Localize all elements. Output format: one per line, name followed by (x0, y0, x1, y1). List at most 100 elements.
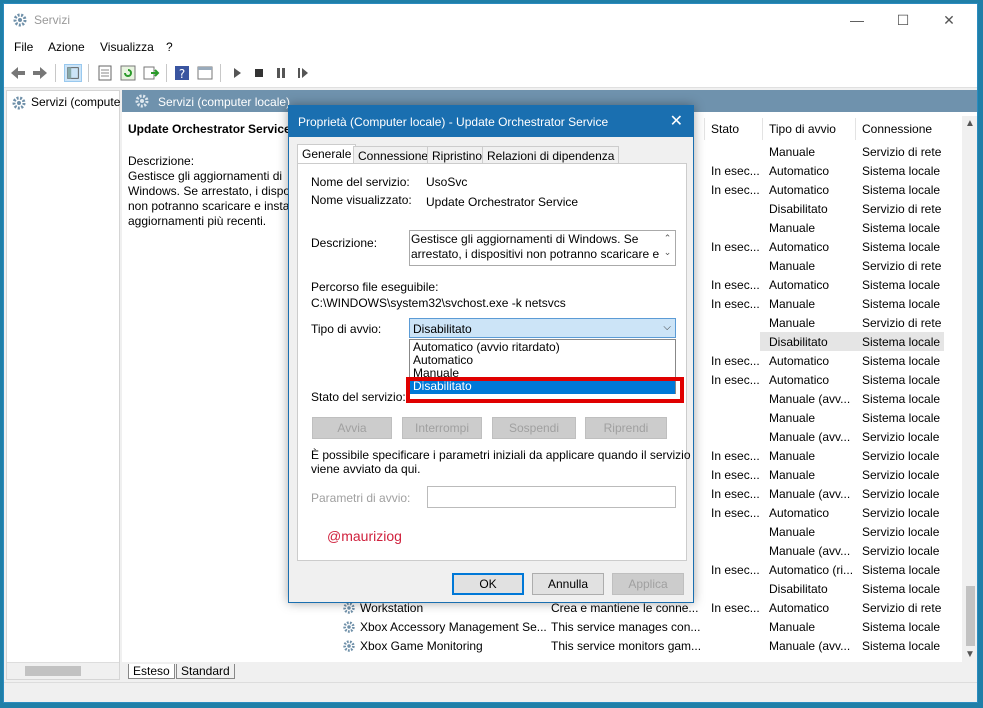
pane-header-label: Servizi (computer locale) (158, 95, 291, 109)
scroll-down-icon[interactable]: ▼ (965, 649, 975, 660)
view-tabs: Esteso Standard (122, 662, 977, 680)
logon-cell: Sistema locale (862, 164, 941, 178)
service-name-cell: Workstation (360, 601, 424, 615)
scroll-up-icon[interactable]: ▲ (965, 118, 975, 129)
tab-ripristino[interactable]: Ripristino (427, 146, 488, 164)
startup-type-cell: Manuale (avv... (769, 392, 851, 406)
minimize-button[interactable]: — (834, 4, 880, 36)
menu-bar: File Azione Visualizza ? (4, 36, 977, 58)
help-icon[interactable]: ? (173, 64, 191, 82)
menu-visualizza[interactable]: Visualizza (100, 40, 154, 54)
description-text: Gestisce gli aggiornamenti di Windows. S… (411, 232, 660, 264)
startup-type-select[interactable]: Disabilitato ⌵ (409, 318, 676, 338)
logon-cell: Sistema locale (862, 373, 941, 387)
tree-item-services[interactable]: Servizi (compute (11, 95, 120, 114)
column-header-tipo-avvio[interactable]: Tipo di avvio (769, 122, 836, 136)
apply-button[interactable]: Applica (612, 573, 684, 595)
logon-cell: Servizio locale (862, 506, 940, 520)
menu-file[interactable]: File (14, 40, 33, 54)
console-tree: Servizi (compute (6, 90, 120, 680)
view-icon[interactable] (196, 64, 214, 82)
scrollbar-thumb[interactable] (25, 666, 81, 676)
stop-button[interactable]: Interrompi (402, 417, 482, 439)
highlight-box (406, 377, 684, 403)
startup-type-cell: Manuale (avv... (769, 544, 851, 558)
properties-dialog: Proprietà (Computer locale) - Update Orc… (288, 105, 694, 603)
pause-button[interactable]: Sospendi (492, 417, 576, 439)
service-status-cell: In esec... (711, 164, 760, 178)
description-scrollbar[interactable]: ⌃ ⌄ (660, 231, 675, 265)
startup-type-cell: Disabilitato (769, 335, 828, 349)
logon-cell: Sistema locale (862, 582, 941, 596)
logon-cell: Servizio di rete (862, 259, 942, 273)
service-name-label: Nome del servizio: (311, 175, 410, 189)
maximize-button[interactable]: ☐ (880, 4, 926, 36)
tree-horizontal-scrollbar[interactable] (7, 662, 119, 679)
back-arrow-icon[interactable] (9, 64, 27, 82)
service-name-value: UsoSvc (426, 175, 468, 189)
stop-icon[interactable] (250, 64, 268, 82)
start-button[interactable]: Avvia (312, 417, 392, 439)
refresh-icon[interactable] (119, 64, 137, 82)
description-textbox[interactable]: Gestisce gli aggiornamenti di Windows. S… (409, 230, 676, 266)
forward-arrow-icon[interactable] (31, 64, 49, 82)
scrollbar-thumb[interactable] (966, 586, 975, 646)
startup-type-cell: Automatico (769, 278, 830, 292)
column-divider (855, 118, 856, 140)
startup-type-cell: Disabilitato (769, 582, 828, 596)
tab-esteso[interactable]: Esteso (128, 664, 175, 679)
column-header-connessione[interactable]: Connessione (862, 122, 932, 136)
restart-icon[interactable] (294, 64, 312, 82)
table-row[interactable]: Xbox Game Monitoring This service monitor… (122, 636, 952, 655)
startup-type-cell: Automatico (769, 354, 830, 368)
dialog-body: Nome del servizio: UsoSvc Nome visualizz… (297, 163, 691, 561)
startup-type-cell: Manuale (769, 145, 816, 159)
tab-generale[interactable]: Generale (297, 144, 357, 165)
table-row[interactable]: Xbox Accessory Management Se... This serv… (122, 617, 952, 636)
startup-type-cell: Manuale (769, 411, 816, 425)
properties-icon[interactable] (96, 64, 114, 82)
logon-cell: Servizio locale (862, 430, 940, 444)
ok-button[interactable]: OK (452, 573, 524, 595)
vertical-scrollbar[interactable]: ▲ ▼ (962, 116, 977, 662)
service-status-cell: In esec... (711, 563, 760, 577)
startup-type-cell: Manuale (769, 620, 816, 634)
logon-cell: Sistema locale (862, 240, 941, 254)
start-params-input[interactable] (427, 486, 676, 508)
logon-cell: Servizio di rete (862, 202, 942, 216)
tab-connessione[interactable]: Connessione (353, 146, 434, 164)
logon-cell: Sistema locale (862, 639, 941, 653)
service-name-cell: Xbox Game Monitoring (360, 639, 483, 653)
resume-button[interactable]: Riprendi (585, 417, 667, 439)
display-name-value: Update Orchestrator Service (426, 195, 579, 209)
toolbar-separator (166, 64, 167, 82)
toolbar-separator (88, 64, 89, 82)
close-button[interactable]: ✕ (926, 4, 972, 36)
svg-text:?: ? (179, 67, 185, 81)
service-status-cell: In esec... (711, 601, 760, 615)
startup-type-cell: Manuale (769, 259, 816, 273)
console-tree-icon[interactable] (64, 64, 82, 82)
cancel-button[interactable]: Annulla (532, 573, 604, 595)
export-icon[interactable] (142, 64, 160, 82)
tab-relazioni-dipendenza[interactable]: Relazioni di dipendenza (482, 146, 620, 164)
service-status-cell: In esec... (711, 240, 760, 254)
service-status-cell: In esec... (711, 297, 760, 311)
gear-icon (12, 96, 26, 110)
gear-icon (343, 621, 355, 633)
service-status-cell: In esec... (711, 487, 760, 501)
menu-azione[interactable]: Azione (48, 40, 85, 54)
tab-standard[interactable]: Standard (176, 664, 235, 679)
menu-help[interactable]: ? (166, 40, 173, 54)
logon-cell: Servizio locale (862, 468, 940, 482)
logon-cell: Servizio di rete (862, 316, 942, 330)
pause-icon[interactable] (272, 64, 290, 82)
gear-icon (13, 13, 27, 27)
column-header-stato[interactable]: Stato (711, 122, 739, 136)
startup-type-cell: Automatico (769, 164, 830, 178)
dialog-close-icon[interactable]: ✕ (670, 111, 683, 131)
title-bar: Servizi — ☐ ✕ (4, 4, 977, 36)
column-divider (704, 118, 705, 140)
startup-type-cell: Automatico (769, 506, 830, 520)
play-icon[interactable] (228, 64, 246, 82)
